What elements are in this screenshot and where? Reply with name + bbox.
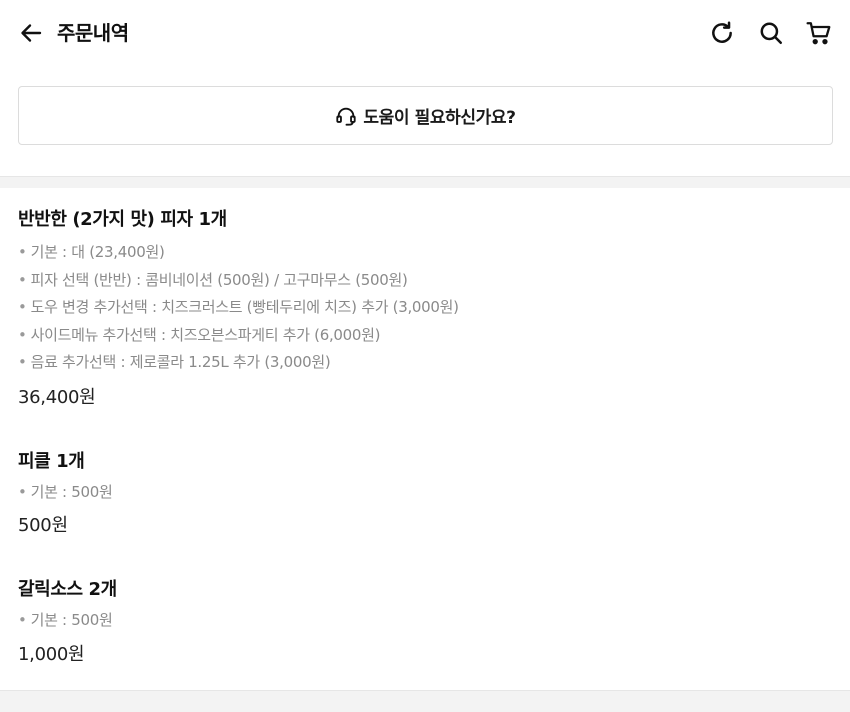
search-button[interactable] [754, 17, 788, 49]
refresh-icon [712, 21, 732, 43]
search-icon [760, 22, 782, 44]
order-item: 피클 1개 기본 : 500원 500원 [18, 410, 833, 539]
cart-icon [806, 22, 831, 45]
cart-button[interactable] [802, 17, 836, 49]
app-header: 주문내역 [0, 0, 850, 66]
item-option: 도우 변경 추가선택 : 치즈크러스트 (빵테두리에 치즈) 추가 (3,000… [18, 294, 833, 322]
item-options: 기본 : 500원 [18, 479, 833, 507]
item-option: 사이드메뉴 추가선택 : 치즈오븐스파게티 추가 (6,000원) [18, 322, 833, 350]
item-option: 기본 : 대 (23,400원) [18, 239, 833, 267]
order-item: 갈릭소스 2개 기본 : 500원 1,000원 [18, 538, 833, 667]
order-item: 반반한 (2가지 맛) 피자 1개 기본 : 대 (23,400원) 피자 선택… [18, 188, 833, 410]
item-option: 음료 추가선택 : 제로콜라 1.25L 추가 (3,000원) [18, 349, 833, 377]
section-divider [0, 690, 850, 712]
item-name: 갈릭소스 2개 [18, 579, 117, 600]
page-title: 주문내역 [57, 21, 129, 45]
item-name: 반반한 (2가지 맛) 피자 1개 [18, 209, 227, 230]
arrow-left-icon [21, 24, 42, 42]
item-price: 1,000원 [18, 643, 85, 665]
help-button[interactable]: 도움이 필요하신가요? [18, 86, 833, 145]
help-label: 도움이 필요하신가요? [363, 108, 516, 128]
item-name: 피클 1개 [18, 450, 85, 472]
refresh-button[interactable] [705, 17, 739, 49]
section-divider [0, 176, 850, 188]
item-option: 피자 선택 (반반) : 콤비네이션 (500원) / 고구마무스 (500원) [18, 267, 833, 295]
headset-icon [336, 107, 357, 126]
order-item-list: 반반한 (2가지 맛) 피자 1개 기본 : 대 (23,400원) 피자 선택… [18, 188, 833, 667]
item-price: 500원 [18, 515, 68, 536]
item-price: 36,400원 [18, 386, 96, 408]
item-option: 기본 : 500원 [18, 479, 833, 507]
back-button[interactable] [14, 17, 48, 49]
item-options: 기본 : 대 (23,400원) 피자 선택 (반반) : 콤비네이션 (500… [18, 239, 833, 377]
item-option: 기본 : 500원 [18, 607, 833, 635]
help-content: 도움이 필요하신가요? [335, 103, 516, 128]
item-options: 기본 : 500원 [18, 607, 833, 635]
